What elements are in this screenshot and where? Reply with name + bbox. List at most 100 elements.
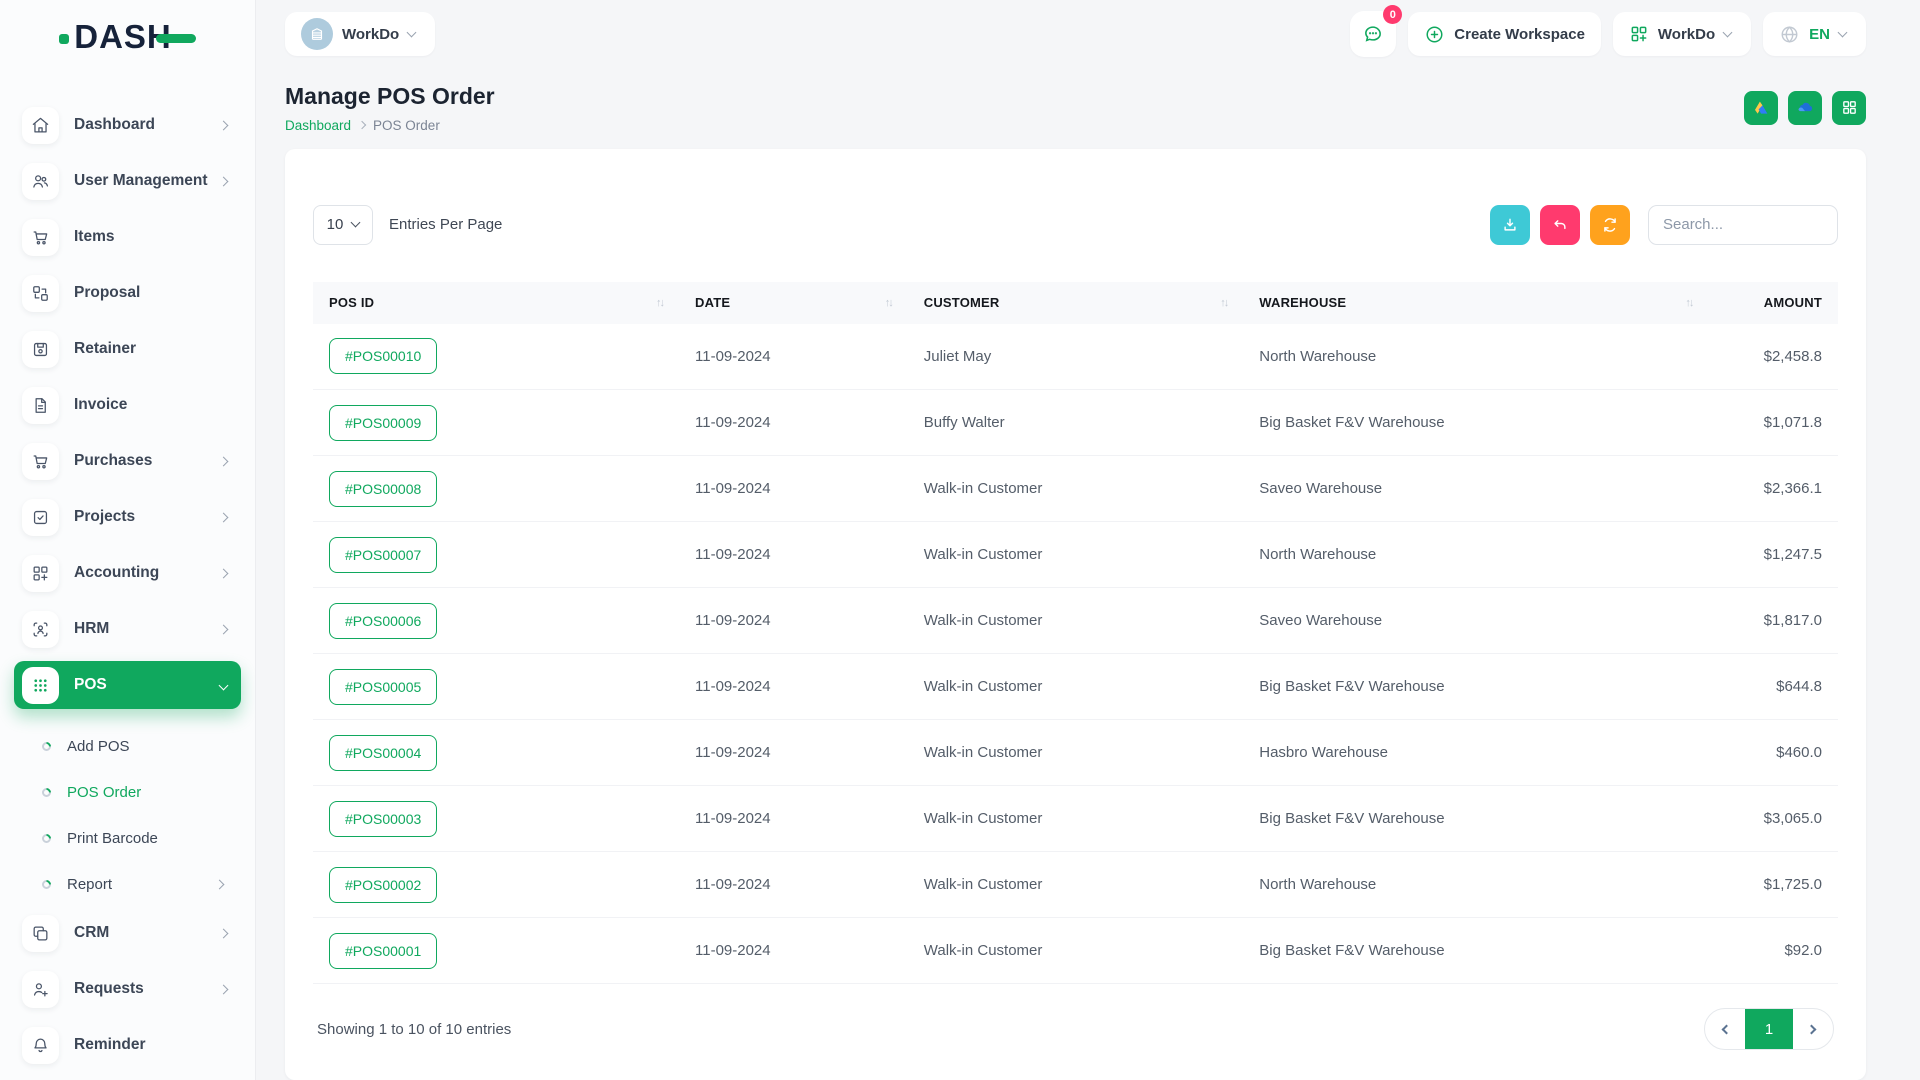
sidebar-item-label: Retainer	[74, 340, 231, 358]
pos-id-link[interactable]: #POS00001	[329, 933, 437, 969]
export-button[interactable]	[1490, 205, 1530, 245]
undo-button[interactable]	[1540, 205, 1580, 245]
page-title: Manage POS Order	[285, 83, 495, 110]
table-row: #POS00001 11-09-2024 Walk-in Customer Bi…	[313, 918, 1838, 984]
sidebar-item-dashboard[interactable]: Dashboard	[14, 101, 241, 149]
pos-id-cell: #POS00002	[313, 852, 679, 918]
page-number-button[interactable]: 1	[1745, 1008, 1793, 1050]
warehouse-cell: Saveo Warehouse	[1243, 456, 1708, 522]
sidebar-item-reminder[interactable]: Reminder	[14, 1021, 241, 1069]
next-page-button[interactable]	[1793, 1008, 1833, 1050]
search-input[interactable]	[1648, 205, 1838, 245]
sidebar-item-hrm[interactable]: HRM	[14, 605, 241, 653]
sidebar-item-crm[interactable]: CRM	[14, 909, 241, 957]
customer-cell: Juliet May	[908, 324, 1244, 390]
sidebar-item-user-management[interactable]: User Management	[14, 157, 241, 205]
date-cell: 11-09-2024	[679, 588, 908, 654]
google-drive-icon	[1752, 99, 1770, 117]
submenu-item-add-pos[interactable]: Add POS	[14, 723, 241, 769]
warehouse-cell: North Warehouse	[1243, 852, 1708, 918]
pos-id-link[interactable]: #POS00006	[329, 603, 437, 639]
pos-id-link[interactable]: #POS00007	[329, 537, 437, 573]
create-workspace-button[interactable]: Create Workspace	[1408, 12, 1601, 56]
sidebar-item-projects[interactable]: Projects	[14, 493, 241, 541]
create-workspace-label: Create Workspace	[1454, 26, 1585, 43]
sidebar-item-label: Proposal	[74, 284, 231, 302]
language-selector[interactable]: EN	[1763, 12, 1866, 56]
sidebar-item-items[interactable]: Items	[14, 213, 241, 261]
pos-id-cell: #POS00007	[313, 522, 679, 588]
sidebar-item-retainer[interactable]: Retainer	[14, 325, 241, 373]
onedrive-button[interactable]	[1788, 91, 1822, 125]
amount-cell: $1,247.5	[1708, 522, 1838, 588]
workspace-dropdown[interactable]: WorkDo	[1613, 12, 1751, 56]
date-cell: 11-09-2024	[679, 654, 908, 720]
column-header-pos-id[interactable]: POS ID↑↓	[313, 282, 679, 324]
entries-per-page-select[interactable]: 10	[313, 205, 373, 245]
table-row: #POS00005 11-09-2024 Walk-in Customer Bi…	[313, 654, 1838, 720]
amount-cell: $644.8	[1708, 654, 1838, 720]
warehouse-cell: Big Basket F&V Warehouse	[1243, 390, 1708, 456]
table-row: #POS00006 11-09-2024 Walk-in Customer Sa…	[313, 588, 1838, 654]
breadcrumb-dashboard-link[interactable]: Dashboard	[285, 118, 351, 133]
submenu-item-label: Print Barcode	[67, 830, 227, 847]
sidebar-item-label: Dashboard	[74, 116, 220, 134]
workspace-switcher[interactable]: WorkDo	[285, 12, 435, 56]
refresh-button[interactable]	[1590, 205, 1630, 245]
sidebar-item-label: User Management	[74, 172, 220, 190]
chevron-right-icon	[219, 120, 229, 130]
pos-id-link[interactable]: #POS00002	[329, 867, 437, 903]
sidebar-item-label: Projects	[74, 508, 220, 526]
pos-id-link[interactable]: #POS00003	[329, 801, 437, 837]
pos-id-link[interactable]: #POS00005	[329, 669, 437, 705]
submenu-item-print-barcode[interactable]: Print Barcode	[14, 815, 241, 861]
customer-cell: Walk-in Customer	[908, 786, 1244, 852]
table-row: #POS00008 11-09-2024 Walk-in Customer Sa…	[313, 456, 1838, 522]
user-focus-icon	[22, 611, 59, 648]
submenu-item-label: Report	[67, 876, 216, 893]
google-drive-button[interactable]	[1744, 91, 1778, 125]
submenu-item-report[interactable]: Report	[14, 861, 241, 907]
previous-page-button[interactable]	[1705, 1008, 1745, 1050]
sidebar-item-purchases[interactable]: Purchases	[14, 437, 241, 485]
users-icon	[22, 163, 59, 200]
customer-cell: Walk-in Customer	[908, 522, 1244, 588]
column-header-customer[interactable]: CUSTOMER↑↓	[908, 282, 1244, 324]
sidebar-item-proposal[interactable]: Proposal	[14, 269, 241, 317]
customer-cell: Walk-in Customer	[908, 720, 1244, 786]
column-header-warehouse[interactable]: WAREHOUSE↑↓	[1243, 282, 1708, 324]
submenu-item-pos-order[interactable]: POS Order	[14, 769, 241, 815]
chevron-right-icon	[219, 568, 229, 578]
amount-cell: $92.0	[1708, 918, 1838, 984]
sidebar-item-pos[interactable]: POS	[14, 661, 241, 709]
pos-id-cell: #POS00004	[313, 720, 679, 786]
chevron-right-icon	[219, 984, 229, 994]
sidebar-item-requests[interactable]: Requests	[14, 965, 241, 1013]
customer-cell: Walk-in Customer	[908, 654, 1244, 720]
pos-id-link[interactable]: #POS00008	[329, 471, 437, 507]
amount-cell: $3,065.0	[1708, 786, 1838, 852]
sidebar-item-accounting[interactable]: Accounting	[14, 549, 241, 597]
table-header-row: POS ID↑↓ DATE↑↓ CUSTOMER↑↓ WAREHOUSE↑↓ A…	[313, 282, 1838, 324]
table-footer: Showing 1 to 10 of 10 entries 1	[313, 984, 1838, 1060]
chevron-left-icon	[1722, 1024, 1732, 1034]
workspace-dropdown-label: WorkDo	[1658, 26, 1715, 43]
pos-id-link[interactable]: #POS00010	[329, 338, 437, 374]
date-cell: 11-09-2024	[679, 456, 908, 522]
app-logo[interactable]: DASH	[0, 0, 255, 73]
pos-id-link[interactable]: #POS00004	[329, 735, 437, 771]
warehouse-cell: Hasbro Warehouse	[1243, 720, 1708, 786]
sidebar-item-label: CRM	[74, 924, 220, 942]
column-header-date[interactable]: DATE↑↓	[679, 282, 908, 324]
cart-icon	[22, 219, 59, 256]
table-row: #POS00010 11-09-2024 Juliet May North Wa…	[313, 324, 1838, 390]
topbar: WorkDo 0 Create Workspace WorkDo	[285, 0, 1866, 69]
sidebar-item-invoice[interactable]: Invoice	[14, 381, 241, 429]
amount-cell: $1,725.0	[1708, 852, 1838, 918]
pos-id-cell: #POS00010	[313, 324, 679, 390]
date-cell: 11-09-2024	[679, 852, 908, 918]
pos-id-link[interactable]: #POS00009	[329, 405, 437, 441]
grid-view-button[interactable]	[1832, 91, 1866, 125]
sidebar-item-label: Requests	[74, 980, 220, 998]
messages-button[interactable]: 0	[1350, 11, 1396, 57]
